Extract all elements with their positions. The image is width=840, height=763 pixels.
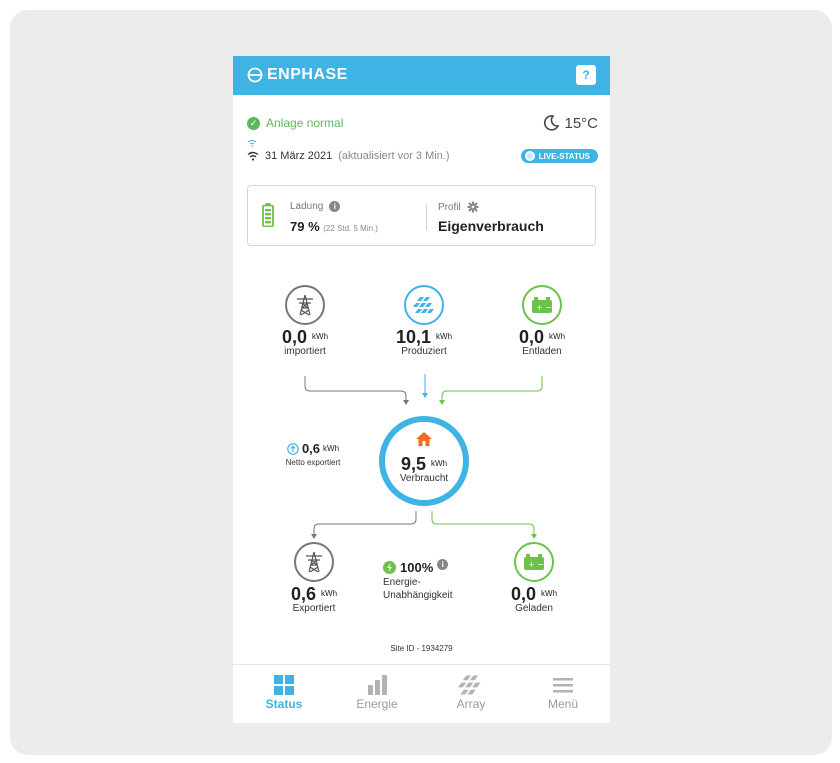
tab-menu[interactable]: Menü <box>516 673 610 711</box>
grid-export-node[interactable]: 0,6 kWh Exportiert <box>269 542 359 614</box>
production-flow-arrow <box>422 393 428 398</box>
discharged-unit: kWh <box>549 332 566 341</box>
export-flow-line <box>313 511 417 538</box>
exported-label: Exportiert <box>292 603 336 614</box>
site-id: Site ID - 1934279 <box>390 644 453 653</box>
consumed-unit: kWh <box>431 459 448 468</box>
independence-info-icon[interactable]: i <box>437 559 449 570</box>
independence-label-1: Energie- <box>383 577 421 588</box>
svg-text:+ −: + − <box>528 560 544 569</box>
discharged-label: Entladen <box>522 346 562 357</box>
imported-label: importiert <box>284 346 326 357</box>
charged-unit: kWh <box>541 589 558 598</box>
independence-value-row: 100% i <box>383 559 473 575</box>
net-export-label: Netto exportiert <box>285 458 341 467</box>
produced-value: 10,1 <box>395 327 432 347</box>
home-icon <box>416 432 432 446</box>
grid-icon <box>274 675 294 695</box>
export-flow-arrow <box>311 534 317 539</box>
produced-unit: kWh <box>436 332 453 341</box>
tab-energie-label: Energie <box>356 697 398 711</box>
consumed-value: 9,5 <box>400 454 426 474</box>
discharged-value-row: 0,0 kWh <box>497 328 587 346</box>
charged-value-row: 0,0 kWh <box>489 585 579 603</box>
tab-status[interactable]: Status <box>237 673 331 711</box>
car-battery-icon: + − <box>524 554 544 570</box>
battery-discharge-node[interactable]: + − 0,0 kWh Entladen <box>497 285 587 357</box>
charge-flow-arrow <box>531 534 537 539</box>
consumed-value-row: 9,5 kWh <box>385 455 463 473</box>
car-battery-icon: + − <box>532 297 552 313</box>
bottom-tab-bar: Status Energie Array Menü <box>233 664 610 723</box>
discharge-flow-line <box>441 376 543 404</box>
charged-label: Geladen <box>515 603 553 614</box>
produced-value-row: 10,1 kWh <box>379 328 469 346</box>
consumption-circle[interactable]: 9,5 kWh Verbraucht <box>379 416 469 506</box>
net-export-unit: kWh <box>323 444 340 453</box>
net-export-value-row: 0,6 kWh <box>263 441 363 456</box>
tab-energie[interactable]: Energie <box>330 673 424 711</box>
exported-value: 0,6 <box>290 584 316 604</box>
discharge-flow-arrow <box>439 400 445 405</box>
energy-independence: 100% i Energie- Unabhängigkeit <box>383 559 473 601</box>
grid-export-circle <box>294 542 334 582</box>
solar-panel-icon <box>413 297 434 313</box>
tab-array[interactable]: Array <box>424 673 518 711</box>
upload-arrow-icon <box>287 442 299 455</box>
exported-unit: kWh <box>321 589 338 598</box>
battery-charge-circle: + − <box>514 542 554 582</box>
charged-value: 0,0 <box>510 584 536 604</box>
grid-import-node[interactable]: 0,0 kWh importiert <box>260 285 350 357</box>
bar-chart-icon <box>368 675 387 695</box>
battery-charge-node[interactable]: + − 0,0 kWh Geladen <box>489 542 579 614</box>
imported-value-row: 0,0 kWh <box>260 328 350 346</box>
independence-label-2: Unabhängigkeit <box>383 590 453 601</box>
tab-menu-label: Menü <box>547 697 579 711</box>
power-tower-icon <box>297 294 313 316</box>
solar-array-icon <box>458 675 481 695</box>
charge-flow-line <box>431 511 535 538</box>
app-screen: ENPHASE ? ✓ Anlage normal 15°C 31 März 2… <box>233 56 610 723</box>
battery-discharge-circle: + − <box>522 285 562 325</box>
imported-value: 0,0 <box>281 327 307 347</box>
production-circle <box>404 285 444 325</box>
independence-value: 100% <box>400 560 434 575</box>
lightning-icon <box>383 561 396 574</box>
power-tower-icon <box>306 551 322 573</box>
menu-icon <box>553 678 573 693</box>
tab-status-label: Status <box>265 697 303 711</box>
produced-label: Produziert <box>401 346 447 357</box>
tab-array-label: Array <box>456 697 486 711</box>
import-flow-arrow <box>403 400 409 405</box>
consumed-label: Verbraucht <box>399 473 449 484</box>
production-node[interactable]: 10,1 kWh Produziert <box>379 285 469 357</box>
net-export-value: 0,6 <box>301 441 321 456</box>
discharged-value: 0,0 <box>518 327 544 347</box>
grid-import-circle <box>285 285 325 325</box>
svg-text:+ −: + − <box>536 303 552 312</box>
exported-value-row: 0,6 kWh <box>269 585 359 603</box>
imported-unit: kWh <box>312 332 329 341</box>
net-export: 0,6 kWh Netto exportiert <box>263 441 363 467</box>
import-flow-line <box>304 376 407 404</box>
